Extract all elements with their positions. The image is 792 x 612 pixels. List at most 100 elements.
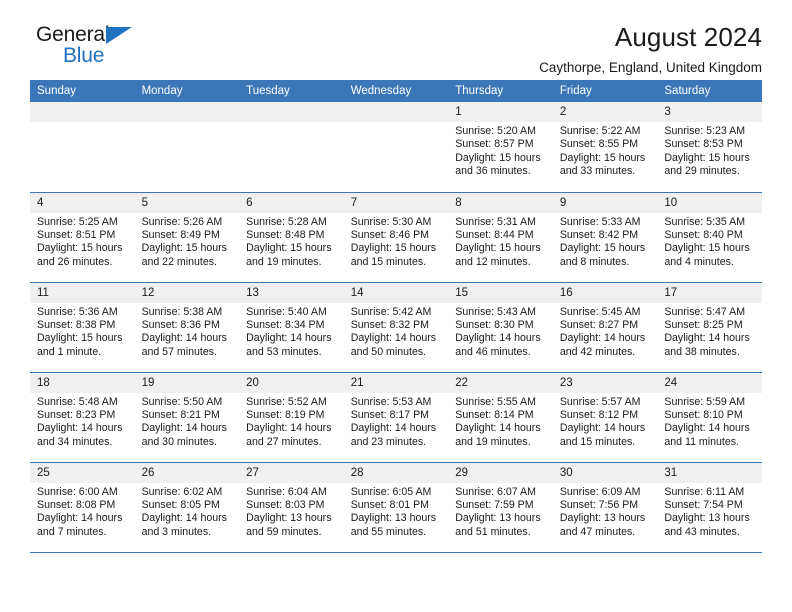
day-cell[interactable]: 6 Sunrise: 5:28 AM Sunset: 8:48 PM Dayli…: [239, 192, 344, 283]
day-cell[interactable]: [30, 102, 135, 193]
sunrise-text: Sunrise: 5:31 AM: [455, 215, 536, 228]
daylight-text-line1: Daylight: 13 hours: [246, 512, 332, 525]
day-cell[interactable]: 15 Sunrise: 5:43 AM Sunset: 8:30 PM Dayl…: [448, 282, 553, 373]
daylight-text-line2: and 22 minutes.: [141, 255, 217, 268]
daylight-text-line2: and 29 minutes.: [664, 165, 740, 178]
day-number: [30, 102, 135, 122]
sunset-text: Sunset: 8:57 PM: [455, 138, 534, 151]
day-cell[interactable]: [343, 102, 449, 193]
day-number: 11: [30, 282, 135, 303]
sunset-text: Sunset: 8:42 PM: [559, 228, 639, 241]
day-details: Sunrise: 5:43 AM Sunset: 8:30 PM Dayligh…: [448, 303, 553, 360]
day-cell[interactable]: 4 Sunrise: 5:25 AM Sunset: 8:51 PM Dayli…: [30, 192, 135, 283]
sunset-text: Sunset: 8:30 PM: [455, 318, 534, 331]
day-cell[interactable]: 9 Sunrise: 5:33 AM Sunset: 8:42 PM Dayli…: [552, 192, 658, 283]
daylight-text-line2: and 12 minutes.: [455, 255, 531, 268]
daylight-text-line1: Daylight: 15 hours: [37, 332, 123, 345]
sunrise-text: Sunrise: 6:02 AM: [141, 485, 223, 498]
day-details: Sunrise: 5:22 AM Sunset: 8:55 PM Dayligh…: [553, 122, 658, 179]
sunrise-text: Sunrise: 5:36 AM: [37, 305, 118, 318]
daylight-text-line1: Daylight: 14 hours: [664, 422, 750, 435]
daylight-text-line2: and 3 minutes.: [141, 525, 212, 538]
daylight-text-line2: and 11 minutes.: [664, 435, 739, 448]
daylight-text-line1: Daylight: 14 hours: [350, 422, 437, 435]
day-cell[interactable]: 8 Sunrise: 5:31 AM Sunset: 8:44 PM Dayli…: [448, 192, 553, 283]
day-cell[interactable]: 25 Sunrise: 6:00 AM Sunset: 8:08 PM Dayl…: [30, 462, 135, 553]
day-cell[interactable]: 1 Sunrise: 5:20 AM Sunset: 8:57 PM Dayli…: [448, 102, 553, 193]
sunrise-text: Sunrise: 6:07 AM: [455, 485, 536, 498]
daylight-text-line2: and 43 minutes.: [664, 525, 740, 538]
day-cell[interactable]: 31 Sunrise: 6:11 AM Sunset: 7:54 PM Dayl…: [657, 462, 762, 553]
day-cell[interactable]: 13 Sunrise: 5:40 AM Sunset: 8:34 PM Dayl…: [239, 282, 344, 373]
daylight-text-line2: and 55 minutes.: [350, 525, 427, 538]
day-cell[interactable]: [134, 102, 240, 193]
day-cell[interactable]: 10 Sunrise: 5:35 AM Sunset: 8:40 PM Dayl…: [657, 192, 762, 283]
sunrise-text: Sunrise: 6:04 AM: [246, 485, 327, 498]
day-number: 26: [134, 462, 240, 483]
sunset-text: Sunset: 8:51 PM: [37, 228, 116, 241]
day-number: 15: [448, 282, 553, 303]
daylight-text-line1: Daylight: 14 hours: [246, 422, 332, 435]
day-number: 19: [134, 372, 240, 393]
week-row: 4 Sunrise: 5:25 AM Sunset: 8:51 PM Dayli…: [30, 192, 762, 283]
sunrise-text: Sunrise: 5:43 AM: [455, 305, 536, 318]
daylight-text-line2: and 47 minutes.: [559, 525, 636, 538]
sunrise-text: Sunrise: 5:57 AM: [559, 395, 641, 408]
day-cell[interactable]: 27 Sunrise: 6:04 AM Sunset: 8:03 PM Dayl…: [239, 462, 344, 553]
day-number: 25: [30, 462, 135, 483]
day-cell[interactable]: [239, 102, 344, 193]
day-cell[interactable]: 23 Sunrise: 5:57 AM Sunset: 8:12 PM Dayl…: [552, 372, 658, 463]
day-cell[interactable]: 5 Sunrise: 5:26 AM Sunset: 8:49 PM Dayli…: [134, 192, 240, 283]
day-cell[interactable]: 26 Sunrise: 6:02 AM Sunset: 8:05 PM Dayl…: [134, 462, 240, 553]
day-cell[interactable]: 2 Sunrise: 5:22 AM Sunset: 8:55 PM Dayli…: [552, 102, 658, 193]
day-cell[interactable]: 21 Sunrise: 5:53 AM Sunset: 8:17 PM Dayl…: [343, 372, 449, 463]
day-cell[interactable]: 28 Sunrise: 6:05 AM Sunset: 8:01 PM Dayl…: [343, 462, 449, 553]
day-details: Sunrise: 5:53 AM Sunset: 8:17 PM Dayligh…: [344, 393, 449, 450]
day-cell[interactable]: 24 Sunrise: 5:59 AM Sunset: 8:10 PM Dayl…: [657, 372, 762, 463]
sunrise-text: Sunrise: 5:23 AM: [664, 125, 746, 137]
daylight-text-line2: and 46 minutes.: [455, 345, 531, 358]
sunrise-text: Sunrise: 5:38 AM: [141, 305, 223, 318]
day-number: 1: [448, 102, 553, 122]
day-details: Sunrise: 6:11 AM Sunset: 7:54 PM Dayligh…: [657, 483, 762, 540]
day-details: Sunrise: 5:38 AM Sunset: 8:36 PM Dayligh…: [135, 303, 240, 360]
daylight-text-line1: Daylight: 15 hours: [455, 242, 541, 255]
day-number: [134, 102, 240, 122]
day-cell[interactable]: 30 Sunrise: 6:09 AM Sunset: 7:56 PM Dayl…: [552, 462, 658, 553]
sunrise-text: Sunrise: 6:09 AM: [559, 485, 641, 498]
weekday-header-sunday: Sunday: [30, 80, 135, 102]
day-cell[interactable]: 19 Sunrise: 5:50 AM Sunset: 8:21 PM Dayl…: [134, 372, 240, 463]
day-cell[interactable]: 11 Sunrise: 5:36 AM Sunset: 8:38 PM Dayl…: [30, 282, 135, 373]
sunset-text: Sunset: 8:38 PM: [37, 318, 116, 331]
sunset-text: Sunset: 8:36 PM: [141, 318, 220, 331]
daylight-text-line1: Daylight: 15 hours: [455, 151, 541, 164]
day-number: 4: [30, 192, 135, 213]
day-cell[interactable]: 14 Sunrise: 5:42 AM Sunset: 8:32 PM Dayl…: [343, 282, 449, 373]
day-details: Sunrise: 5:33 AM Sunset: 8:42 PM Dayligh…: [553, 213, 658, 270]
day-details: Sunrise: 6:02 AM Sunset: 8:05 PM Dayligh…: [135, 483, 240, 540]
sunrise-text: Sunrise: 5:55 AM: [455, 395, 536, 408]
daylight-text-line1: Daylight: 15 hours: [37, 242, 123, 255]
sunrise-text: Sunrise: 5:22 AM: [559, 125, 641, 137]
day-cell[interactable]: 17 Sunrise: 5:47 AM Sunset: 8:25 PM Dayl…: [657, 282, 762, 373]
day-cell[interactable]: 22 Sunrise: 5:55 AM Sunset: 8:14 PM Dayl…: [448, 372, 553, 463]
day-number: 29: [448, 462, 553, 483]
sunset-text: Sunset: 7:56 PM: [559, 498, 639, 511]
day-details: Sunrise: 6:00 AM Sunset: 8:08 PM Dayligh…: [30, 483, 135, 540]
day-cell[interactable]: 7 Sunrise: 5:30 AM Sunset: 8:46 PM Dayli…: [343, 192, 449, 283]
general-blue-logo[interactable]: General Blue: [30, 24, 150, 72]
day-cell[interactable]: 20 Sunrise: 5:52 AM Sunset: 8:19 PM Dayl…: [239, 372, 344, 463]
day-cell[interactable]: 16 Sunrise: 5:45 AM Sunset: 8:27 PM Dayl…: [552, 282, 658, 373]
day-cell[interactable]: 3 Sunrise: 5:23 AM Sunset: 8:53 PM Dayli…: [657, 102, 762, 193]
day-number: 12: [134, 282, 240, 303]
daylight-text-line1: Daylight: 14 hours: [559, 332, 646, 345]
day-number: 7: [343, 192, 449, 213]
daylight-text-line1: Daylight: 14 hours: [559, 422, 646, 435]
daylight-text-line2: and 8 minutes.: [559, 255, 630, 268]
day-number: 3: [657, 102, 762, 122]
day-cell[interactable]: 12 Sunrise: 5:38 AM Sunset: 8:36 PM Dayl…: [134, 282, 240, 373]
day-cell[interactable]: 18 Sunrise: 5:48 AM Sunset: 8:23 PM Dayl…: [30, 372, 135, 463]
day-cell[interactable]: 29 Sunrise: 6:07 AM Sunset: 7:59 PM Dayl…: [448, 462, 553, 553]
sunset-text: Sunset: 8:40 PM: [664, 228, 743, 241]
day-details: Sunrise: 5:59 AM Sunset: 8:10 PM Dayligh…: [657, 393, 762, 450]
